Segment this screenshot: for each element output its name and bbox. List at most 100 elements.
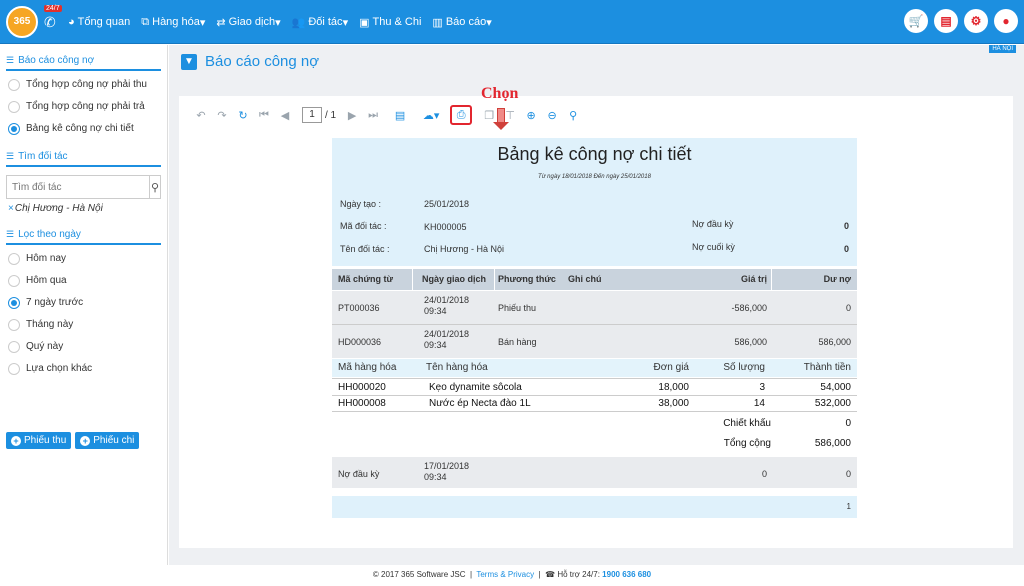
payment-button-label: Phiếu chi [93,435,135,446]
refresh-icon[interactable]: ↻ [233,106,253,124]
users-icon: 👥 [291,16,306,29]
sum-label: Tổng cộng [723,438,771,449]
dashboard-icon: ◕ [68,16,75,28]
transaction-time: 09:34 [424,340,447,350]
nav-label: Tổng quan [77,16,131,28]
item-code: HH000020 [338,382,386,393]
report-viewer: Chọn ↶ ↷ ↻ ⏮ ◀ 1 / 1 ▶ ⏭ ▤ ☁▾ ⎙ ❐ ⊤ ⊕ ⊖ … [179,85,1013,548]
payment-button[interactable]: + Phiếu chi [75,432,140,449]
method: Bán hàng [498,337,537,347]
method: Phiếu thu [498,303,537,313]
partner-tag-label: Chị Hương - Hà Nội [14,203,103,214]
col-header: Phương thức [498,274,556,284]
nav-bao-cao[interactable]: ▥ Báo cáo ▾ [432,16,491,29]
radio-tong-hop-phai-tra[interactable]: Tổng hợp công nợ phải trả [8,98,167,115]
first-page-icon[interactable]: ⏮ [254,106,274,124]
nav-label: Hàng hóa [152,16,200,28]
remove-tag-icon[interactable]: × [8,203,14,214]
partner-code-value: KH000005 [424,222,467,232]
radio-hom-qua[interactable]: Hôm qua [8,272,167,289]
print-icon[interactable]: ⎙ [450,105,473,125]
cart-icon[interactable]: 🛒 [904,9,928,33]
clipboard-icon[interactable]: ▤ [934,9,958,33]
radio-label: Bảng kê công nợ chi tiết [26,123,134,134]
col-divider [412,269,413,290]
radio-label: Lựa chọn khác [26,363,93,374]
transaction-date: 24/01/2018 [424,329,470,339]
page-navigator: 1 / 1 [302,107,336,123]
radio-thang-nay[interactable]: Tháng này [8,316,167,333]
undo-icon[interactable]: ↶ [191,106,211,124]
col-divider [494,269,495,290]
next-page-icon[interactable]: ▶ [342,106,362,124]
discount-value: 0 [845,418,851,429]
gear-icon[interactable]: ⚙ [964,9,988,33]
filter-icon[interactable]: ▼ [181,53,197,70]
nav-tong-quan[interactable]: ◕ Tổng quan [68,16,130,28]
radio-label: Hôm nay [26,253,67,264]
value: -586,000 [731,303,767,313]
search-icon[interactable]: ⚲ [149,176,160,198]
report-page-number: 1 [846,502,851,511]
prev-page-icon[interactable]: ◀ [275,106,295,124]
footer-separator: | [538,570,541,579]
receipt-button[interactable]: + Phiếu thu [6,432,72,449]
top-actions: 🛒 ▤ ⚙ ● [898,9,1018,33]
row-divider [332,411,857,412]
nav-doi-tac[interactable]: 👥 Đối tác ▾ [292,16,348,29]
terms-link[interactable]: Terms & Privacy [476,570,534,579]
nav-hang-hoa[interactable]: ⧉ Hàng hóa ▾ [141,16,205,29]
radio-7-ngay[interactable]: 7 ngày trước [8,294,167,311]
transaction-time: 09:34 [424,306,447,316]
date-section-title: ☰ Lọc theo ngày [6,229,161,245]
redo-icon[interactable]: ↷ [212,106,232,124]
nav-thu-chi[interactable]: ▣ Thu & Chi [359,16,421,29]
voucher-code: PT000036 [338,303,380,313]
voucher-code: HD000036 [338,337,382,347]
last-page-icon[interactable]: ⏭ [363,106,383,124]
report-title: Bảng kê công nợ chi tiết [497,144,692,164]
item-price: 38,000 [658,398,689,409]
partner-section-title: ☰ Tìm đối tác [6,151,161,167]
partner-code-label: Mã đối tác : [340,221,387,231]
phone-icon: ☎ [545,570,556,579]
value: 586,000 [734,337,767,347]
filter-icon[interactable]: ⊤ [500,106,520,124]
radio-tong-hop-phai-thu[interactable]: Tổng hợp công nợ phải thu [8,76,167,93]
report-header: Bảng kê công nợ chi tiết Từ ngày 18/01/2… [332,138,857,266]
radio-bang-ke-chi-tiet[interactable]: Bảng kê công nợ chi tiết [8,120,167,137]
search-icon[interactable]: ⚲ [563,106,583,124]
export-cloud-icon[interactable]: ☁▾ [417,106,445,124]
copy-icon[interactable]: ❐ [479,106,499,124]
table-header: Mã chứng từ Ngày giao dịch Phương thức G… [332,269,857,290]
page-number-input[interactable]: 1 [302,107,322,123]
support-phone[interactable]: 1900 636 680 [602,570,651,579]
top-navbar: 365 24/7 ✆ ◕ Tổng quan ⧉ Hàng hóa ▾ ⇄ Giao d… [0,0,1024,44]
closing-debt-value: 0 [843,244,849,254]
closing-debt-label: Nợ cuối kỳ [692,242,735,252]
partner-search-input[interactable] [7,176,149,198]
item-qty: 3 [759,382,765,393]
partner-name-value: Chị Hương - Hà Nội [424,244,504,254]
money-icon: ▣ [359,16,370,29]
main-content: HÀ NỘI ▼ Báo cáo công nợ Chọn ↶ ↷ ↻ ⏮ ◀ … [169,45,1024,565]
document-icon[interactable]: ▤ [390,106,410,124]
item-name: Nước ép Necta đào 1L [429,398,531,409]
discount-label: Chiết khấu [723,418,771,429]
list-icon: ☰ [6,151,15,161]
zoom-out-icon[interactable]: ⊖ [542,106,562,124]
zoom-in-icon[interactable]: ⊕ [521,106,541,124]
phone-icon[interactable]: ✆ [44,14,56,31]
radio-quy-nay[interactable]: Quý này [8,338,167,355]
radio-hom-nay[interactable]: Hôm nay [8,250,167,267]
nav-giao-dich[interactable]: ⇄ Giao dịch ▾ [216,16,280,29]
row-divider [332,378,857,379]
page-title-text: Báo cáo công nợ [205,53,320,70]
user-icon[interactable]: ● [994,9,1018,33]
transaction-date: 24/01/2018 [424,295,470,305]
app-logo[interactable]: 365 [6,6,38,38]
balance: 586,000 [818,337,851,347]
radio-lua-chon-khac[interactable]: Lựa chọn khác [8,360,167,377]
page-total: / 1 [325,109,337,121]
item-name: Kẹo dynamite sôcola [429,382,522,393]
